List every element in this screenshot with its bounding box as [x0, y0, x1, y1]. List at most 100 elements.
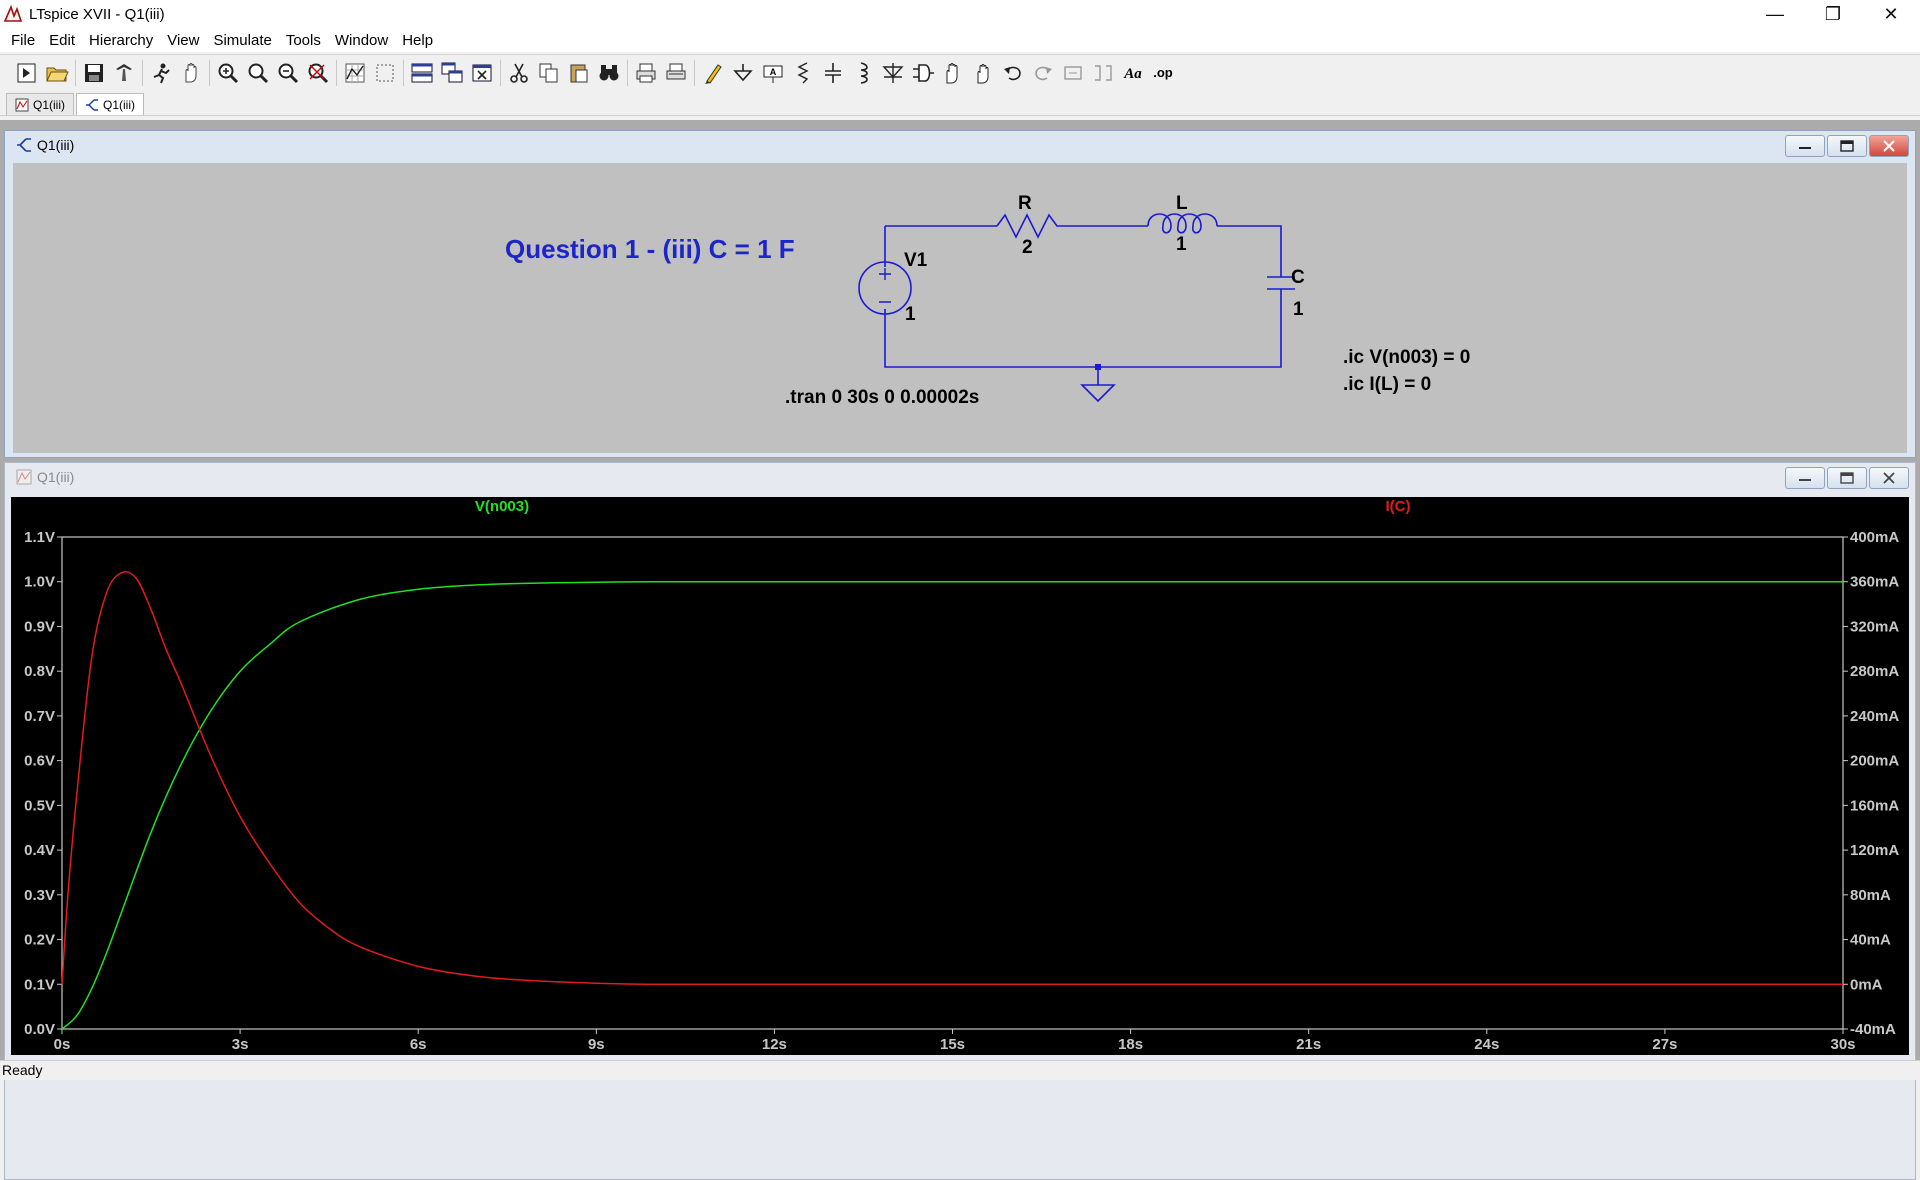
zoom-in-icon[interactable]: [213, 58, 243, 88]
r-value-label[interactable]: 2: [1022, 237, 1033, 258]
cut-icon[interactable]: [504, 58, 534, 88]
waveform-window-title: Q1(iii): [37, 469, 75, 485]
redo-icon[interactable]: [1028, 58, 1058, 88]
inductor-icon[interactable]: [848, 58, 878, 88]
mirror-icon[interactable]: [1088, 58, 1118, 88]
cascade-icon[interactable]: [437, 58, 467, 88]
print-icon[interactable]: [631, 58, 661, 88]
halt-icon[interactable]: [176, 58, 206, 88]
l-value-label[interactable]: 1: [1176, 234, 1187, 255]
menu-simulate[interactable]: Simulate: [206, 32, 278, 49]
waveform-plot[interactable]: 0s 3s 6s 9s 12s 15s 18s 21s 24s 27s 30s 1.1V 1.0V 0.9…: [11, 497, 1909, 1055]
tran-directive[interactable]: .tran 0 30s 0 0.00002s: [785, 387, 979, 408]
toolbar-separator: [336, 59, 337, 86]
menu-help[interactable]: Help: [395, 32, 440, 49]
v1-value-label[interactable]: 1: [905, 304, 916, 325]
menu-tools[interactable]: Tools: [279, 32, 328, 49]
x-tick-label: 6s: [410, 1036, 427, 1053]
x-tick-label: 27s: [1652, 1036, 1677, 1053]
move-icon[interactable]: [938, 58, 968, 88]
control-panel-icon[interactable]: [109, 58, 139, 88]
y-left-tick-label: 1.0V: [24, 574, 55, 591]
print-preview-icon[interactable]: [661, 58, 691, 88]
close-icon: [1883, 140, 1895, 152]
save-icon[interactable]: [79, 58, 109, 88]
tab-schematic[interactable]: Q1(iii): [76, 93, 144, 115]
zoom-extent-icon[interactable]: [370, 58, 400, 88]
x-tick-label: 21s: [1296, 1036, 1321, 1053]
mdi-workspace: Q1(iii) Question 1 - (iii) C = 1 F V1 1 …: [0, 120, 1920, 1180]
v1-name-label[interactable]: V1: [904, 250, 928, 271]
schematic-minimize-button[interactable]: [1785, 135, 1825, 157]
y-left-tick-label: 0.8V: [24, 663, 55, 680]
resistor-r[interactable]: [996, 213, 1063, 239]
close-button[interactable]: ✕: [1862, 0, 1920, 28]
waveform-window-titlebar[interactable]: Q1(iii): [5, 463, 1915, 491]
find-icon[interactable]: [594, 58, 624, 88]
ground-icon[interactable]: [728, 58, 758, 88]
rotate-icon[interactable]: [1058, 58, 1088, 88]
menu-view[interactable]: View: [160, 32, 206, 49]
text-icon[interactable]: Aa: [1118, 58, 1148, 88]
tab-waveform[interactable]: Q1(iii): [6, 93, 74, 115]
paste-icon[interactable]: [564, 58, 594, 88]
y-right-tick-label: 280mA: [1850, 663, 1899, 680]
y-right-tick-label: -40mA: [1850, 1021, 1896, 1038]
copy-icon[interactable]: [534, 58, 564, 88]
open-file-icon[interactable]: [42, 58, 72, 88]
autorange-icon[interactable]: [340, 58, 370, 88]
schematic-canvas[interactable]: Question 1 - (iii) C = 1 F V1 1 R 2 L 1 …: [13, 163, 1907, 453]
toolbar-separator: [142, 59, 143, 86]
tile-icon[interactable]: [407, 58, 437, 88]
menu-edit[interactable]: Edit: [42, 32, 82, 49]
drag-icon[interactable]: [968, 58, 998, 88]
maximize-icon: [1840, 472, 1854, 484]
close-icon: ✕: [1883, 3, 1899, 24]
capacitor-icon[interactable]: [818, 58, 848, 88]
diode-icon[interactable]: [878, 58, 908, 88]
spice-directive-icon[interactable]: .op: [1148, 58, 1178, 88]
draw-wire-icon[interactable]: [698, 58, 728, 88]
schematic-close-button[interactable]: [1869, 135, 1909, 157]
component-icon[interactable]: [908, 58, 938, 88]
ic-current-directive[interactable]: .ic I(L) = 0: [1343, 374, 1431, 395]
y-left-tick-label: 1.1V: [24, 529, 55, 546]
schematic-window-titlebar[interactable]: Q1(iii): [5, 131, 1915, 159]
zoom-cancel-icon[interactable]: [303, 58, 333, 88]
run-icon[interactable]: [146, 58, 176, 88]
close-all-icon[interactable]: [467, 58, 497, 88]
y-right-tick-label: 0mA: [1850, 976, 1883, 993]
resistor-icon[interactable]: [788, 58, 818, 88]
schematic-window: Q1(iii) Question 1 - (iii) C = 1 F V1 1 …: [4, 130, 1916, 458]
l-name-label[interactable]: L: [1176, 193, 1188, 214]
undo-icon[interactable]: [998, 58, 1028, 88]
inductor-l[interactable]: [1147, 213, 1218, 234]
r-name-label[interactable]: R: [1018, 193, 1032, 214]
legend-label[interactable]: V(n003): [475, 498, 529, 515]
restore-button[interactable]: ❐: [1804, 0, 1862, 28]
legend-label[interactable]: I(C): [1386, 498, 1411, 515]
schematic-heading[interactable]: Question 1 - (iii) C = 1 F: [505, 234, 795, 264]
waveform-minimize-button[interactable]: [1785, 467, 1825, 489]
circuit-wires: [884, 225, 1282, 385]
menu-hierarchy[interactable]: Hierarchy: [82, 32, 160, 49]
zoom-out-icon[interactable]: [273, 58, 303, 88]
ground-symbol[interactable]: [1080, 384, 1116, 403]
c-name-label[interactable]: C: [1291, 267, 1305, 288]
waveform-close-button[interactable]: [1869, 467, 1909, 489]
open-schematic-icon[interactable]: [12, 58, 42, 88]
y-right-tick-label: 240mA: [1850, 708, 1899, 725]
ic-voltage-directive[interactable]: .ic V(n003) = 0: [1343, 347, 1470, 368]
zoom-area-icon[interactable]: [243, 58, 273, 88]
schematic-maximize-button[interactable]: [1827, 135, 1867, 157]
waveform-maximize-button[interactable]: [1827, 467, 1867, 489]
c-value-label[interactable]: 1: [1293, 299, 1304, 320]
menu-file[interactable]: File: [4, 32, 42, 49]
menu-window[interactable]: Window: [328, 32, 395, 49]
title-bar: LTspice XVII - Q1(iii) — ❐ ✕: [0, 0, 1920, 28]
x-tick-label: 9s: [588, 1036, 605, 1053]
y-right-tick-label: 360mA: [1850, 574, 1899, 591]
label-net-icon[interactable]: A: [758, 58, 788, 88]
minimize-button[interactable]: —: [1746, 0, 1804, 28]
schematic-icon: [86, 98, 98, 111]
